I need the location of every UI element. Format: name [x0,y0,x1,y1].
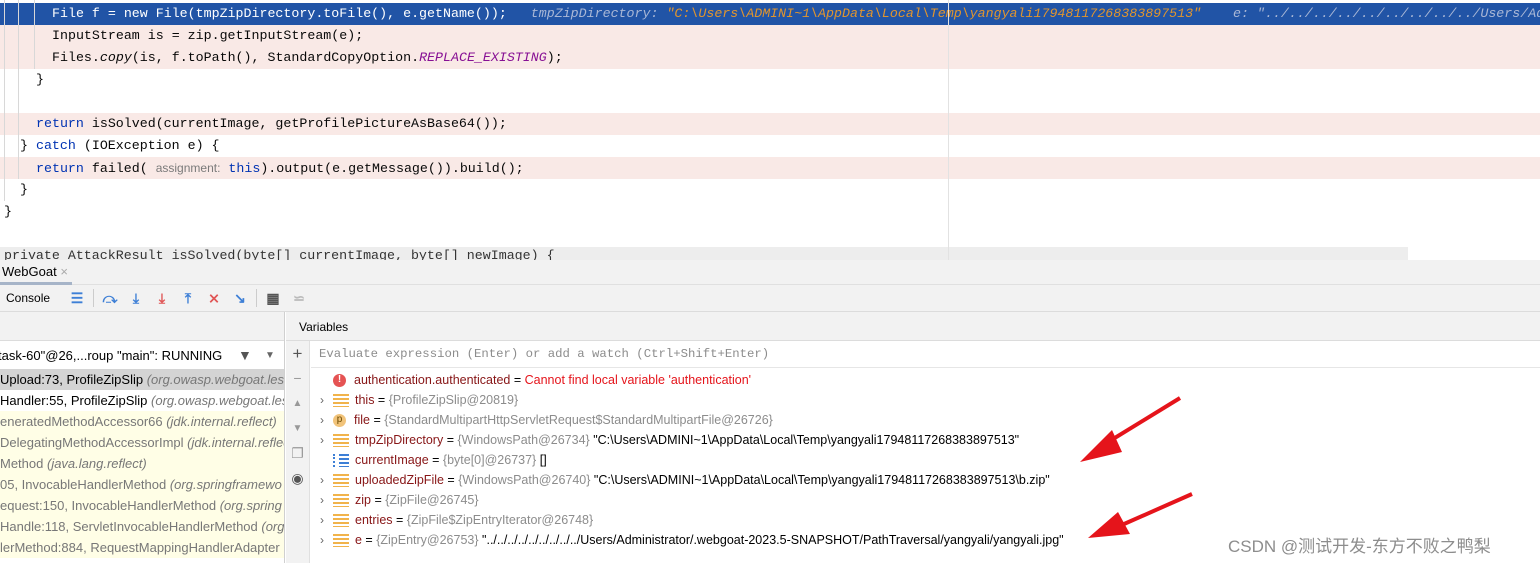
expand-chevron-icon[interactable]: › [311,470,333,490]
console-tab[interactable]: Console [0,291,64,305]
run-to-cursor-icon[interactable]: ↘ [227,287,253,309]
inline-debug-hint: tmpZipDirectory: [530,6,659,21]
filter-icon[interactable]: ▼ [238,347,252,363]
code-line[interactable]: return isSolved(currentImage, getProfile… [0,113,1540,135]
evaluate-expression-icon[interactable]: ▦ [260,287,286,309]
frame-item[interactable]: Handler:55, ProfileZipSlip (org.owasp.we… [0,390,284,411]
variable-row[interactable]: › tmpZipDirectory = {WindowsPath@26734} "… [311,430,1540,450]
expand-chevron-icon[interactable]: › [311,410,333,430]
annotation-arrow [1080,396,1182,462]
frame-item[interactable]: Upload:73, ProfileZipSlip (org.owasp.web… [0,369,284,390]
expand-chevron-icon[interactable]: › [311,490,333,510]
trace-stream-icon[interactable]: ⋍ [286,287,312,309]
inline-debug-hint: e: "../../../../../../../../../Users/Ad [1232,6,1540,21]
frame-item[interactable]: Handle:118, ServletInvocableHandlerMetho… [0,516,284,537]
variable-row[interactable]: › p file = {StandardMultipartHttpServletRe… [311,410,1540,430]
frame-item[interactable]: DelegatingMethodAccessorImpl (jdk.intern… [0,432,284,453]
variables-side-toolbar: + − ▲ ▼ ❐ ◉ [286,341,310,563]
frame-item[interactable]: eneratedMethodAccessor66 (jdk.internal.r… [0,411,284,432]
right-margin-guide [948,0,949,260]
variable-row[interactable]: ! authentication.authenticated = Cannot f… [311,370,1540,390]
expand-chevron-icon[interactable]: › [311,390,333,410]
debug-toolbar: Console ☰ ⤼ ⤓ ⤓ ⤒ ⨯ ↘ ▦ ⋍ [0,285,1540,312]
code-line[interactable]: } [0,201,1540,223]
drop-frame-icon[interactable]: ⨯ [201,287,227,309]
code-line[interactable]: Files.copy(is, f.toPath(), StandardCopyO… [0,47,1540,69]
step-into-icon[interactable]: ⤓ [123,287,149,309]
remove-watch-icon[interactable]: − [286,366,309,391]
variable-row[interactable]: › uploadedZipFile = {WindowsPath@26740} "… [311,470,1540,490]
field-icon [333,493,349,507]
parameter-icon: p [333,413,346,427]
force-step-into-icon[interactable]: ⤓ [149,287,175,309]
indent-guide [4,0,5,201]
expand-chevron-icon[interactable]: › [311,510,333,530]
watch-input[interactable]: Evaluate expression (Enter) or add a wat… [311,341,1540,368]
move-down-icon[interactable]: ▼ [286,416,309,441]
error-icon: ! [333,373,346,387]
copy-icon[interactable]: ❐ [286,441,309,466]
code-line-current[interactable]: File f = new File(tmpZipDirectory.toFile… [0,3,1540,25]
frames-header [0,312,284,341]
thread-selector[interactable]: task-60"@26,...roup "main": RUNNING ▼ ▼ [0,341,284,369]
code-line-partial[interactable]: private AttackResult isSolved(byte[] cur… [0,247,1408,260]
code-editor[interactable]: File f = new File(tmpZipDirectory.toFile… [0,0,1540,260]
frame-item[interactable]: equest:150, InvocableHandlerMethod (org.… [0,495,284,516]
indent-guide [34,0,35,69]
variables-panel: Variables + − ▲ ▼ ❐ ◉ Evaluate expressio… [286,312,1540,563]
indent-guide [18,0,19,179]
expand-chevron-icon[interactable]: › [311,430,333,450]
field-icon [333,513,349,527]
field-icon [333,433,349,447]
step-over-icon[interactable]: ⤼ [97,287,123,309]
array-icon [333,453,349,467]
variable-row[interactable]: › entries = {ZipFile$ZipEntryIterator@267… [311,510,1540,530]
debug-tab-bar: WebGoat × [0,260,1540,285]
variable-row[interactable]: currentImage = {byte[0]@26737} [] [311,450,1540,470]
field-icon [333,473,349,487]
expand-chevron-icon[interactable]: › [311,530,333,550]
field-icon [333,393,349,407]
annotation-arrow [1088,492,1193,538]
close-icon[interactable]: × [60,264,68,279]
chevron-down-icon[interactable]: ▼ [265,350,275,361]
add-watch-icon[interactable]: + [286,341,309,366]
parameter-hint: assignment: [155,161,221,175]
field-icon [333,533,349,547]
code-line[interactable]: } [0,179,1540,201]
debug-tab-webgoat[interactable]: WebGoat × [0,260,72,285]
watermark: CSDN @测试开发-东方不败之鸭梨 [1228,537,1491,556]
frames-panel: task-60"@26,...roup "main": RUNNING ▼ ▼ … [0,312,285,563]
frame-item[interactable]: Method (java.lang.reflect) [0,453,284,474]
move-up-icon[interactable]: ▲ [286,391,309,416]
code-line[interactable]: } [0,69,1540,91]
variables-title: Variables [286,312,1540,341]
variable-row[interactable]: › zip = {ZipFile@26745} [311,490,1540,510]
code-line[interactable]: InputStream is = zip.getInputStream(e); [0,25,1540,47]
frame-item[interactable]: 05, InvocableHandlerMethod (org.springfr… [0,474,284,495]
variable-row[interactable]: › this = {ProfileZipSlip@20819} [311,390,1540,410]
eye-icon[interactable]: ◉ [286,466,309,491]
code-line[interactable]: return failed( assignment: this).output(… [0,157,1540,179]
frame-item[interactable]: lerMethod:884, RequestMappingHandlerAdap… [0,537,284,558]
code-line[interactable]: } catch (IOException e) { [0,135,1540,157]
step-out-icon[interactable]: ⤒ [175,287,201,309]
menu-lines-icon[interactable]: ☰ [64,287,90,309]
